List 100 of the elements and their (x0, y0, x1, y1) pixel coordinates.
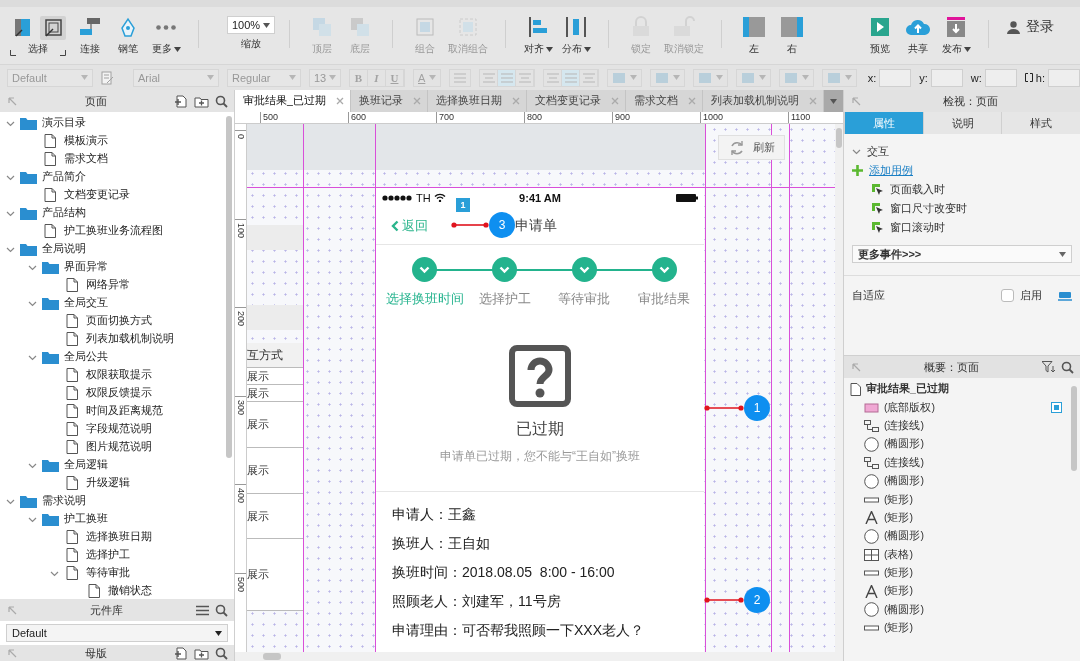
align-button[interactable] (480, 69, 499, 86)
event-item[interactable]: 窗口尺寸改变时 (890, 201, 967, 216)
event-item[interactable]: 窗口滚动时 (890, 220, 945, 235)
outline-item[interactable]: (矩形) (884, 492, 913, 507)
tree-item[interactable]: 需求文档 (64, 152, 108, 166)
toolbar-button[interactable]: 右 (774, 16, 810, 56)
tree-item[interactable]: 产品简介 (42, 170, 86, 184)
outline-item[interactable]: (底部版权) (884, 400, 935, 415)
tab[interactable]: 样式 (1001, 112, 1080, 134)
toolbar-button[interactable]: 左 (736, 16, 772, 56)
connector-icon (864, 456, 879, 469)
panel-title: 元件库 (89, 602, 124, 618)
outline-item[interactable]: (椭圆形) (884, 474, 924, 489)
tree-item[interactable]: 全局说明 (42, 242, 86, 256)
outline-item[interactable]: (矩形) (884, 566, 913, 581)
tree-item[interactable]: 全局逻辑 (64, 458, 108, 472)
tree-item[interactable]: 列表加载机制说明 (86, 332, 174, 346)
toolbar-button[interactable]: 发布 (938, 16, 974, 56)
style-dropdown-button[interactable] (779, 68, 815, 87)
refresh-button[interactable]: 刷新 (718, 135, 785, 160)
tree-item[interactable]: 字段规范说明 (86, 422, 152, 436)
toolbar-button[interactable]: 连接 (72, 16, 108, 56)
align-button[interactable] (580, 69, 599, 86)
tree-item[interactable]: 需求说明 (42, 494, 86, 508)
tree-item[interactable]: 权限获取提示 (86, 368, 152, 382)
outline-item[interactable]: (矩形) (884, 510, 913, 525)
tree-item[interactable]: 界面异常 (64, 260, 108, 274)
scrollbar-thumb[interactable] (263, 653, 281, 660)
search-icon (215, 603, 228, 617)
tree-item[interactable]: 产品结构 (42, 206, 86, 220)
tree-item[interactable]: 网络异常 (86, 278, 130, 292)
connector-line (704, 595, 744, 605)
scrollbar-thumb[interactable] (836, 128, 842, 148)
collapse-icon (8, 96, 17, 106)
align-button[interactable] (498, 69, 517, 86)
toolbar-button[interactable]: 预览 (862, 16, 898, 56)
outline-item[interactable]: (矩形) (884, 621, 913, 636)
select-mode-button[interactable] (40, 16, 66, 40)
tree-item[interactable]: 选择护工 (86, 548, 130, 562)
tree-item[interactable]: 时间及距离规范 (86, 404, 163, 418)
tree-item[interactable]: 图片规范说明 (86, 440, 152, 454)
outline-item[interactable]: (表格) (884, 547, 913, 562)
outline-item[interactable]: (椭圆形) (884, 437, 924, 452)
toolbar-button[interactable]: 分布 (558, 16, 594, 56)
tree-item[interactable]: 升级逻辑 (86, 476, 130, 490)
tree-item[interactable]: 文档变更记录 (64, 188, 130, 202)
tabs-overflow-button[interactable] (823, 90, 843, 112)
scrollbar-thumb[interactable] (226, 116, 232, 458)
toolbar-button[interactable]: 钢笔 (110, 16, 146, 56)
input-field[interactable] (1048, 68, 1080, 87)
chevron-down-icon (578, 265, 590, 274)
tree-item[interactable]: 撤销状态 (108, 584, 152, 598)
tree-item[interactable]: 权限反馈提示 (86, 386, 152, 400)
tab[interactable]: 说明 (922, 112, 1002, 134)
status-title: 已过期 (516, 419, 564, 439)
zoom-field[interactable]: 100% (227, 16, 275, 34)
tree-item[interactable]: 页面切换方式 (86, 314, 152, 328)
tree-item[interactable]: 全局交互 (64, 296, 108, 310)
input-field[interactable] (984, 68, 1017, 87)
input-field[interactable] (930, 68, 963, 87)
tree-item[interactable]: 模板演示 (64, 134, 108, 148)
wifi-icon (433, 193, 446, 202)
caret-icon (716, 75, 724, 80)
panel-title: 概要：页面 (923, 359, 980, 375)
tree-item[interactable]: 等待审批 (86, 566, 130, 580)
toolbar-button[interactable]: 更多 (148, 16, 184, 56)
login-button[interactable]: 登录 (1007, 18, 1054, 36)
event-item[interactable]: 页面载入时 (890, 182, 945, 197)
library-dropdown[interactable]: Default (6, 624, 228, 642)
tree-item[interactable]: 全局公共 (64, 350, 108, 364)
align-button[interactable] (562, 69, 581, 86)
add-case-link[interactable]: 添加用例 (869, 163, 913, 178)
collapse-icon (852, 362, 861, 372)
outline-item[interactable]: 审批结果_已过期 (866, 382, 949, 397)
tree-item[interactable]: 演示目录 (42, 116, 86, 130)
align-button[interactable] (544, 69, 563, 86)
outline-item[interactable]: (矩形) (884, 584, 913, 599)
more-events-dropdown[interactable]: 更多事件>>> (852, 245, 1072, 263)
outline-item[interactable]: (椭圆形) (884, 529, 924, 544)
style-dropdown-button[interactable] (693, 68, 729, 87)
outline-item[interactable]: (连接线) (884, 455, 924, 470)
style-dropdown-button[interactable] (736, 68, 772, 87)
scrollbar-thumb[interactable] (1071, 386, 1077, 471)
ruler-label: 500 (263, 112, 279, 122)
caret-icon (802, 75, 810, 80)
style-dropdown-button[interactable] (607, 68, 643, 87)
ruler-label: 800 (527, 112, 543, 122)
toolbar-button[interactable]: 对齐 (520, 16, 556, 56)
style-dropdown-button[interactable] (650, 68, 686, 87)
checkbox[interactable] (1001, 289, 1014, 302)
align-button[interactable] (516, 69, 535, 86)
tree-item[interactable]: 护工换班业务流程图 (64, 224, 163, 238)
toolbar-button[interactable]: 共享 (900, 16, 936, 56)
outline-item[interactable]: (连接线) (884, 418, 924, 433)
outline-item[interactable]: (椭圆形) (884, 602, 924, 617)
input-field[interactable] (879, 68, 912, 87)
tree-item[interactable]: 选择换班日期 (86, 530, 152, 544)
tree-item[interactable]: 护工换班 (64, 512, 108, 526)
panel-title: 母版 (83, 645, 108, 661)
tab[interactable]: 审批结果_已过期 (235, 90, 351, 112)
